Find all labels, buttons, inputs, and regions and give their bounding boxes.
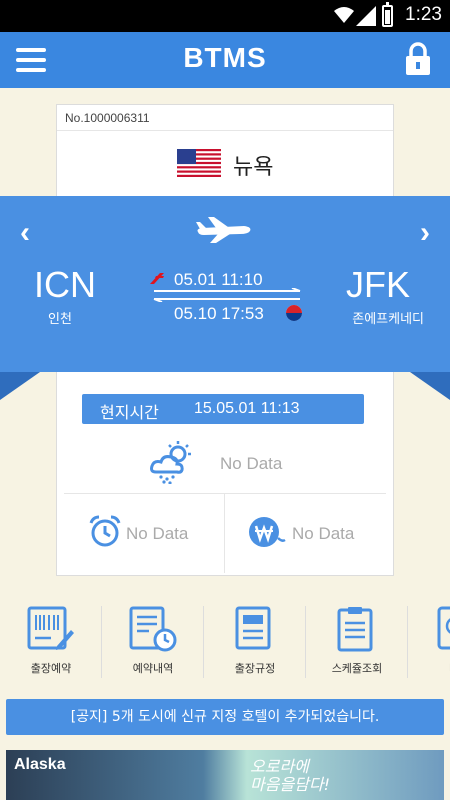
menu-item-booking[interactable]: 출장예약 (0, 600, 102, 684)
menu-item-label: 예약내역 (132, 662, 174, 675)
menu-item-policy[interactable]: 출장규정 (204, 600, 306, 684)
ribbon-fold-left (0, 372, 40, 400)
arrival-code: JFK (345, 264, 410, 305)
menu-item-label: 출장예약 (30, 662, 72, 675)
lock-icon[interactable] (404, 42, 432, 76)
menu-item-label: 출장규정 (234, 662, 276, 675)
banner-slogan-line2: 마음을담다! (250, 775, 331, 794)
departure-code: ICN (34, 264, 96, 305)
app-title: BTMS (183, 42, 267, 73)
menu-item-label: 비자 (408, 660, 450, 676)
banner-slogan: 오로라에 마음을담다! (250, 758, 330, 794)
passport-icon (437, 606, 450, 650)
wifi-icon (334, 7, 354, 23)
arrival-time: 05.10 17:53 (174, 304, 264, 323)
status-bar: 1:23 (0, 0, 450, 32)
clipboard-schedule-icon (337, 607, 373, 652)
local-time-value: 15.05.01 11:13 (194, 400, 300, 417)
ribbon-fold-right (410, 372, 450, 400)
flight-ribbon: ‹ › ICN 인천 JFK 존에프케네디 05.01 11:10 05.10 … (0, 196, 450, 372)
destination-city: 뉴욕 (233, 155, 274, 180)
round-trip-arrows-icon (153, 288, 301, 302)
reservation-list-icon (129, 606, 177, 652)
airline-logo-icon (150, 273, 164, 284)
airplane-icon (196, 217, 251, 243)
next-trip-chevron-icon[interactable]: › (420, 216, 430, 250)
local-time-label: 현지시간 (100, 403, 159, 422)
prev-trip-chevron-icon[interactable]: ‹ (20, 216, 30, 250)
notice-banner[interactable]: [공지] 5개 도시에 신규 지정 호텔이 추가되었습니다. (6, 699, 444, 735)
menu-item-reservations[interactable]: 예약내역 (102, 600, 204, 684)
currency-value: No Data (292, 524, 355, 543)
menu-item-visa[interactable]: 비자 (408, 600, 450, 684)
menu-item-label: 스케쥴조회 (331, 662, 383, 675)
divider (64, 493, 386, 494)
alarm-clock-icon[interactable] (88, 514, 122, 548)
app-bar: BTMS (0, 32, 450, 88)
departure-city: 인천 (48, 312, 72, 327)
status-time: 1:23 (405, 4, 442, 25)
battery-icon (382, 2, 393, 27)
menu-item-schedule[interactable]: 스케쥴조회 (306, 600, 408, 684)
departure-time: 05.01 11:10 (174, 270, 263, 289)
local-time-bar: 현지시간 15.05.01 11:13 (82, 394, 364, 424)
arrival-city: 존에프케네디 (352, 312, 424, 327)
divider (57, 130, 393, 131)
divider (224, 493, 225, 573)
booking-form-icon (27, 606, 74, 650)
usa-flag-icon (177, 149, 221, 177)
korean-air-logo-icon (286, 305, 302, 321)
alarm-value: No Data (126, 524, 189, 543)
banner-title: Alaska (14, 756, 66, 773)
won-currency-icon[interactable] (248, 516, 286, 548)
banner-slogan-line1: 오로라에 (250, 757, 309, 776)
policy-document-icon (235, 606, 271, 650)
trip-number: No.1000006311 (65, 111, 150, 125)
weather-value: No Data (220, 454, 283, 473)
signal-icon (356, 6, 376, 26)
promo-banner[interactable]: Alaska 오로라에 마음을담다! (6, 750, 444, 800)
weather-cloud-sun-icon (150, 441, 191, 484)
quick-menu: 출장예약 예약내역 출장규정 스케쥴조회 비자 (0, 600, 450, 684)
